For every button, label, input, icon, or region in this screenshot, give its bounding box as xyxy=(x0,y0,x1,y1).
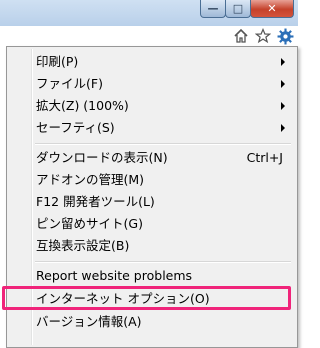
window-title-bar: — □ ✕ xyxy=(0,0,298,26)
favorites-star-icon[interactable] xyxy=(254,27,272,45)
menu-item-manage-addons[interactable]: アドオンの管理(M) xyxy=(9,169,293,190)
shortcut-label: Ctrl+J xyxy=(246,150,283,165)
menu-separator xyxy=(35,143,291,145)
menu-item-zoom[interactable]: 拡大(Z) (100%) xyxy=(9,95,293,116)
menu-separator xyxy=(35,261,291,263)
home-icon[interactable] xyxy=(232,27,250,45)
menu-item-compatibility-view[interactable]: 互換表示設定(B) xyxy=(9,235,293,256)
close-button[interactable]: ✕ xyxy=(250,0,294,18)
submenu-arrow-icon xyxy=(281,58,285,66)
submenu-arrow-icon xyxy=(281,124,285,132)
menu-item-report-problems[interactable]: Report website problems xyxy=(9,265,293,286)
submenu-arrow-icon xyxy=(281,102,285,110)
menu-item-pinned-sites[interactable]: ピン留めサイト(G) xyxy=(9,213,293,234)
menu-item-view-downloads[interactable]: ダウンロードの表示(N) Ctrl+J xyxy=(9,147,293,168)
window-controls: — □ ✕ xyxy=(200,0,294,18)
menu-item-developer-tools[interactable]: F12 開発者ツール(L) xyxy=(9,191,293,212)
tools-gear-icon[interactable] xyxy=(276,27,294,45)
tools-menu: 印刷(P) ファイル(F) 拡大(Z) (100%) セーフティ(S) ダウンロ… xyxy=(6,46,298,348)
menu-item-about[interactable]: バージョン情報(A) xyxy=(9,311,293,332)
toolbar-icons xyxy=(232,27,294,45)
maximize-button[interactable]: □ xyxy=(225,0,251,18)
submenu-arrow-icon xyxy=(281,80,285,88)
menu-item-safety[interactable]: セーフティ(S) xyxy=(9,117,293,138)
menu-item-internet-options[interactable]: インターネット オプション(O) xyxy=(9,288,293,309)
menu-item-file[interactable]: ファイル(F) xyxy=(9,73,293,94)
menu-item-print[interactable]: 印刷(P) xyxy=(9,51,293,72)
minimize-button[interactable]: — xyxy=(200,0,226,18)
